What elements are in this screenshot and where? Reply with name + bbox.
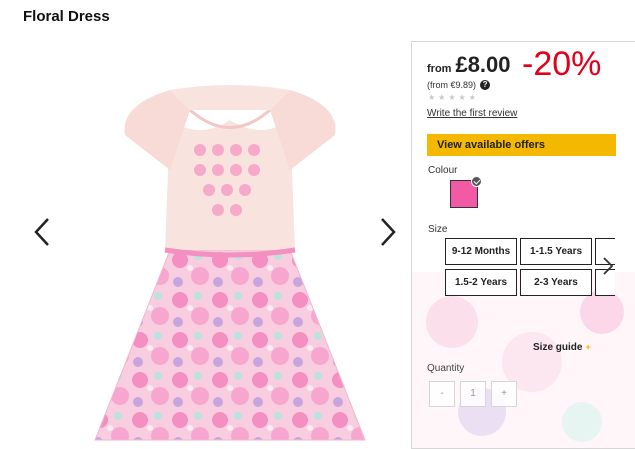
colour-swatch-pink[interactable]	[450, 176, 482, 208]
quantity-decrease-button[interactable]: -	[429, 381, 455, 407]
quantity-input[interactable]: 1	[460, 381, 486, 407]
price: £8.00	[455, 52, 511, 77]
size-option-2-3-years[interactable]: 2-3 Years	[520, 269, 592, 296]
size-guide-link[interactable]: Size guide +	[533, 342, 591, 353]
from-label: from	[427, 63, 452, 75]
size-label: Size	[428, 224, 448, 235]
size-guide-label: Size guide	[533, 342, 583, 353]
help-icon[interactable]: ?	[480, 80, 491, 90]
size-options: 9-12 Months 1-1.5 Years 1.5-2 Years 2-3 …	[445, 238, 615, 296]
size-next-button[interactable]	[600, 255, 616, 277]
star-icon: ★	[468, 93, 476, 102]
discount-badge: -20%	[522, 45, 602, 83]
product-image	[94, 85, 366, 441]
quantity-increase-button[interactable]: +	[491, 381, 517, 407]
star-icon: ★	[438, 93, 446, 102]
plus-icon: +	[585, 342, 591, 352]
chevron-left-icon	[34, 218, 49, 246]
background-image	[412, 272, 635, 448]
gallery-next-button[interactable]	[376, 215, 400, 249]
product-title: Floral Dress	[23, 8, 110, 25]
price-row: from £8.00	[427, 52, 511, 78]
view-offers-button[interactable]: View available offers	[427, 134, 616, 156]
size-option-1-1-5-years[interactable]: 1-1.5 Years	[520, 238, 592, 265]
gallery-prev-button[interactable]	[30, 215, 54, 249]
star-icon: ★	[428, 93, 436, 102]
quantity-label: Quantity	[427, 363, 465, 374]
colour-label: Colour	[428, 165, 458, 176]
star-icon: ★	[458, 93, 466, 102]
product-gallery	[20, 30, 410, 449]
check-icon	[471, 176, 482, 187]
alt-currency-price: (from €9.89) ?	[427, 80, 491, 90]
size-option-1-5-2-years[interactable]: 1.5-2 Years	[445, 269, 517, 296]
buy-panel: from £8.00 -20% (from €9.89) ? ★ ★ ★ ★ ★…	[411, 41, 635, 449]
chevron-right-icon	[603, 257, 614, 275]
size-option-9-12-months[interactable]: 9-12 Months	[445, 238, 517, 265]
write-review-link[interactable]: Write the first review	[427, 108, 517, 119]
rating-stars: ★ ★ ★ ★ ★	[428, 93, 476, 102]
alt-price-text: (from €9.89)	[427, 80, 477, 90]
star-icon: ★	[448, 93, 456, 102]
chevron-right-icon	[381, 218, 396, 246]
quantity-stepper: - 1 +	[429, 381, 517, 407]
